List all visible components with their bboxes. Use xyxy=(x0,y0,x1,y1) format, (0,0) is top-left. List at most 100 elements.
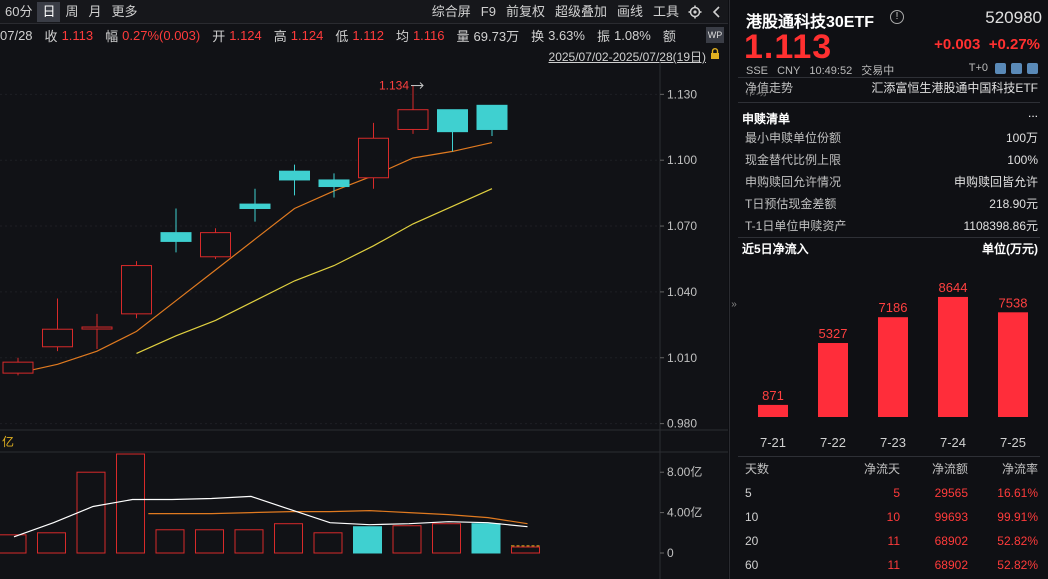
sub-label: 现金替代比例上限 xyxy=(745,153,841,167)
inflow-bar xyxy=(938,297,968,417)
table-cell: 52.82% xyxy=(997,554,1038,576)
alert-icon[interactable] xyxy=(995,63,1006,74)
share-icon[interactable] xyxy=(1027,63,1038,74)
exchange-label: SSE xyxy=(746,65,768,77)
inflow-chart-unit: 单位(万元) xyxy=(982,240,1038,257)
table-header: 净流天 xyxy=(864,458,900,480)
table-cell: 60 xyxy=(745,554,758,576)
y-tick-label: 1.040 xyxy=(667,285,697,299)
subscription-more-button[interactable]: ... xyxy=(1028,106,1038,120)
inflow-value-label: 5327 xyxy=(819,326,848,341)
table-cell: 10 xyxy=(887,506,900,528)
tplus-label: T+0 xyxy=(969,62,988,74)
volume-bar xyxy=(275,524,303,553)
table-cell: 29565 xyxy=(935,482,968,504)
bell-icon[interactable] xyxy=(1011,63,1022,74)
candle-body xyxy=(319,180,349,187)
inflow-category-label: 7-24 xyxy=(940,435,966,450)
candle-body xyxy=(201,233,231,257)
y-tick-label: 1.070 xyxy=(667,219,697,233)
volume-bar xyxy=(117,454,145,553)
candle-body xyxy=(438,110,468,132)
candle-body xyxy=(240,204,270,208)
price-change: +0.003 +0.27% xyxy=(934,36,1040,53)
sub-label: 最小申赎单位份额 xyxy=(745,131,841,145)
inflow-bar xyxy=(818,343,848,417)
candle-body xyxy=(82,327,112,329)
sub-label: T日预估现金差额 xyxy=(745,197,836,211)
table-cell: 20 xyxy=(745,530,758,552)
volume-bar xyxy=(38,533,66,553)
volume-bar xyxy=(472,524,500,553)
kline-panel[interactable]: 60分 日 周 月 更多 综合屏 F9 前复权 超级叠加 画线 工具 07/28… xyxy=(0,0,728,579)
table-cell: 11 xyxy=(888,530,900,552)
inflow-category-label: 7-23 xyxy=(880,435,906,450)
kline-chart[interactable]: 1.1301.1001.0701.0401.0100.9801.134亿8.00… xyxy=(0,0,728,579)
inflow-value-label: 871 xyxy=(762,388,784,403)
net-inflow-chart: 8717-2153277-2271867-2386447-2475387-25 xyxy=(730,258,1048,458)
volume-bar xyxy=(0,535,26,553)
table-header: 净流额 xyxy=(932,458,968,480)
sub-label: T-1日单位申赎资产 xyxy=(745,219,846,233)
candle-body xyxy=(280,171,310,180)
volume-tick-label: 0 xyxy=(667,546,674,560)
clipped-text: 市场 xyxy=(745,92,767,98)
sub-value: 218.90元 xyxy=(989,194,1038,214)
y-tick-label: 0.980 xyxy=(667,417,697,431)
quote-panel: 港股通科技30ETF ! 520980 1.113 +0.003 +0.27% … xyxy=(729,0,1048,579)
inflow-bar xyxy=(758,405,788,417)
clipped-row: 市场 xyxy=(745,92,1038,100)
candle-body xyxy=(359,138,389,178)
sub-row: 最小申赎单位份额 100万 xyxy=(745,128,1038,148)
ma-line-orange xyxy=(18,143,492,374)
candle-body xyxy=(161,233,191,242)
inflow-value-label: 8644 xyxy=(939,280,968,295)
info-icon[interactable]: ! xyxy=(890,10,904,24)
inflow-category-label: 7-25 xyxy=(1000,435,1026,450)
table-cell: 5 xyxy=(893,482,900,504)
volume-bar xyxy=(354,527,382,553)
divider xyxy=(738,237,1040,238)
trading-status: 交易中 xyxy=(861,65,894,77)
currency-label: CNY xyxy=(777,65,800,77)
change-value: +0.003 xyxy=(934,36,980,53)
y-tick-label: 1.100 xyxy=(667,153,697,167)
candle-body xyxy=(3,362,33,373)
table-cell: 68902 xyxy=(935,554,968,576)
inflow-value-label: 7186 xyxy=(879,300,908,315)
divider xyxy=(738,102,1040,103)
table-cell: 5 xyxy=(745,482,752,504)
sub-value: 申购赎回皆允许 xyxy=(954,172,1038,192)
table-cell: 99.91% xyxy=(997,506,1038,528)
y-tick-label: 1.010 xyxy=(667,351,697,365)
subscription-title: 申赎清单 xyxy=(742,110,790,127)
sub-label: 申购赎回允许情况 xyxy=(745,175,841,189)
volume-tick-label: 4.00亿 xyxy=(667,505,702,520)
sub-row: 申购赎回允许情况 申购赎回皆允许 xyxy=(745,172,1038,192)
sub-row: 现金替代比例上限 100% xyxy=(745,150,1038,170)
table-cell: 68902 xyxy=(935,530,968,552)
table-cell: 16.61% xyxy=(997,482,1038,504)
table-cell: 52.82% xyxy=(997,530,1038,552)
max-price-label: 1.134 xyxy=(379,79,409,93)
table-cell: 10 xyxy=(745,506,758,528)
security-code: 520980 xyxy=(985,8,1042,28)
candle-body xyxy=(398,110,428,130)
quote-time: 10:49:52 xyxy=(809,65,852,77)
volume-bar xyxy=(235,530,263,553)
inflow-category-label: 7-22 xyxy=(820,435,846,450)
sub-value: 100万 xyxy=(1006,128,1038,148)
volume-bar xyxy=(393,526,421,553)
sub-value: 1108398.86元 xyxy=(963,216,1038,236)
sub-value: 100% xyxy=(1007,150,1038,170)
collapse-panel-icon[interactable]: » xyxy=(729,290,739,320)
ma-line-yellow xyxy=(137,189,493,354)
inflow-chart-title: 近5日净流入 xyxy=(742,240,809,257)
y-tick-label: 1.130 xyxy=(667,87,697,101)
volume-bar xyxy=(314,533,342,553)
table-cell: 11 xyxy=(888,554,900,576)
table-header: 净流率 xyxy=(1002,458,1038,480)
sub-row: T日预估现金差额 218.90元 xyxy=(745,194,1038,214)
change-pct: +0.27% xyxy=(989,36,1040,53)
quote-meta: SSE CNY 10:49:52 交易中 xyxy=(746,62,900,78)
